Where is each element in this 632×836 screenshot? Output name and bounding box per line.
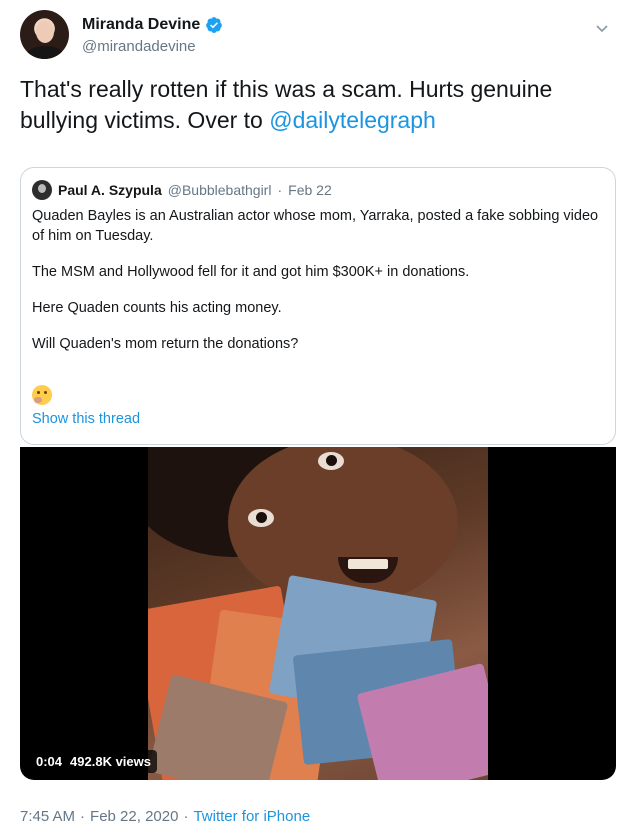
handle[interactable]: @mirandadevine [82,38,196,55]
avatar[interactable] [20,10,69,59]
video-figure-eye [248,509,274,527]
name-row: Miranda Devine [82,14,223,36]
meta-separator: · [80,808,86,825]
video-figure-face [228,447,458,607]
video-views: 492.8K views [70,754,151,769]
quoted-avatar [32,180,52,200]
tweet-text: That's really rotten if this was a scam.… [20,74,610,136]
video-figure-eye [318,452,344,470]
quoted-separator: · [277,182,283,198]
quoted-tweet[interactable]: Paul A. Szypula @Bubblebathgirl · Feb 22… [20,167,616,445]
video-figure-teeth [348,559,388,569]
quoted-paragraph: The MSM and Hollywood fell for it and go… [32,264,470,280]
tweet-date[interactable]: Feb 22, 2020 [90,808,178,825]
quoted-display-name: Paul A. Szypula [58,182,162,198]
show-thread-link[interactable]: Show this thread [32,411,140,427]
quoted-paragraph: Will Quaden's mom return the donations? [32,336,299,352]
quoted-paragraph: Quaden Bayles is an Australian actor who… [32,208,599,244]
video-player[interactable]: 0:04 492.8K views [20,447,616,780]
mention-link[interactable]: @dailytelegraph [269,107,436,133]
quoted-handle: @Bubblebathgirl [167,182,272,198]
quoted-tweet-header: Paul A. Szypula @Bubblebathgirl · Feb 22 [32,180,332,200]
display-name[interactable]: Miranda Devine [82,16,200,34]
verified-badge-icon [206,17,223,33]
tweet-time[interactable]: 7:45 AM [20,808,75,825]
avatar-shirt [26,46,64,59]
tweet-meta: 7:45 AM · Feb 22, 2020 · Twitter for iPh… [20,808,310,825]
quoted-paragraph: Here Quaden counts his acting money. [32,300,282,316]
video-frame [148,447,488,780]
tweet-header: Miranda Devine @mirandadevine [20,10,612,62]
tweet-source-link[interactable]: Twitter for iPhone [193,808,310,825]
thinking-face-emoji-icon [32,385,52,405]
video-duration: 0:04 [36,754,63,769]
quoted-tweet-body: Quaden Bayles is an Australian actor who… [32,206,606,370]
quoted-date: Feb 22 [288,182,332,198]
meta-separator: · [183,808,189,825]
video-info-badge: 0:04 492.8K views [30,750,157,773]
chevron-down-icon[interactable] [594,20,610,36]
tweet-card: Miranda Devine @mirandadevine That's rea… [0,0,632,836]
avatar-face [36,21,54,43]
